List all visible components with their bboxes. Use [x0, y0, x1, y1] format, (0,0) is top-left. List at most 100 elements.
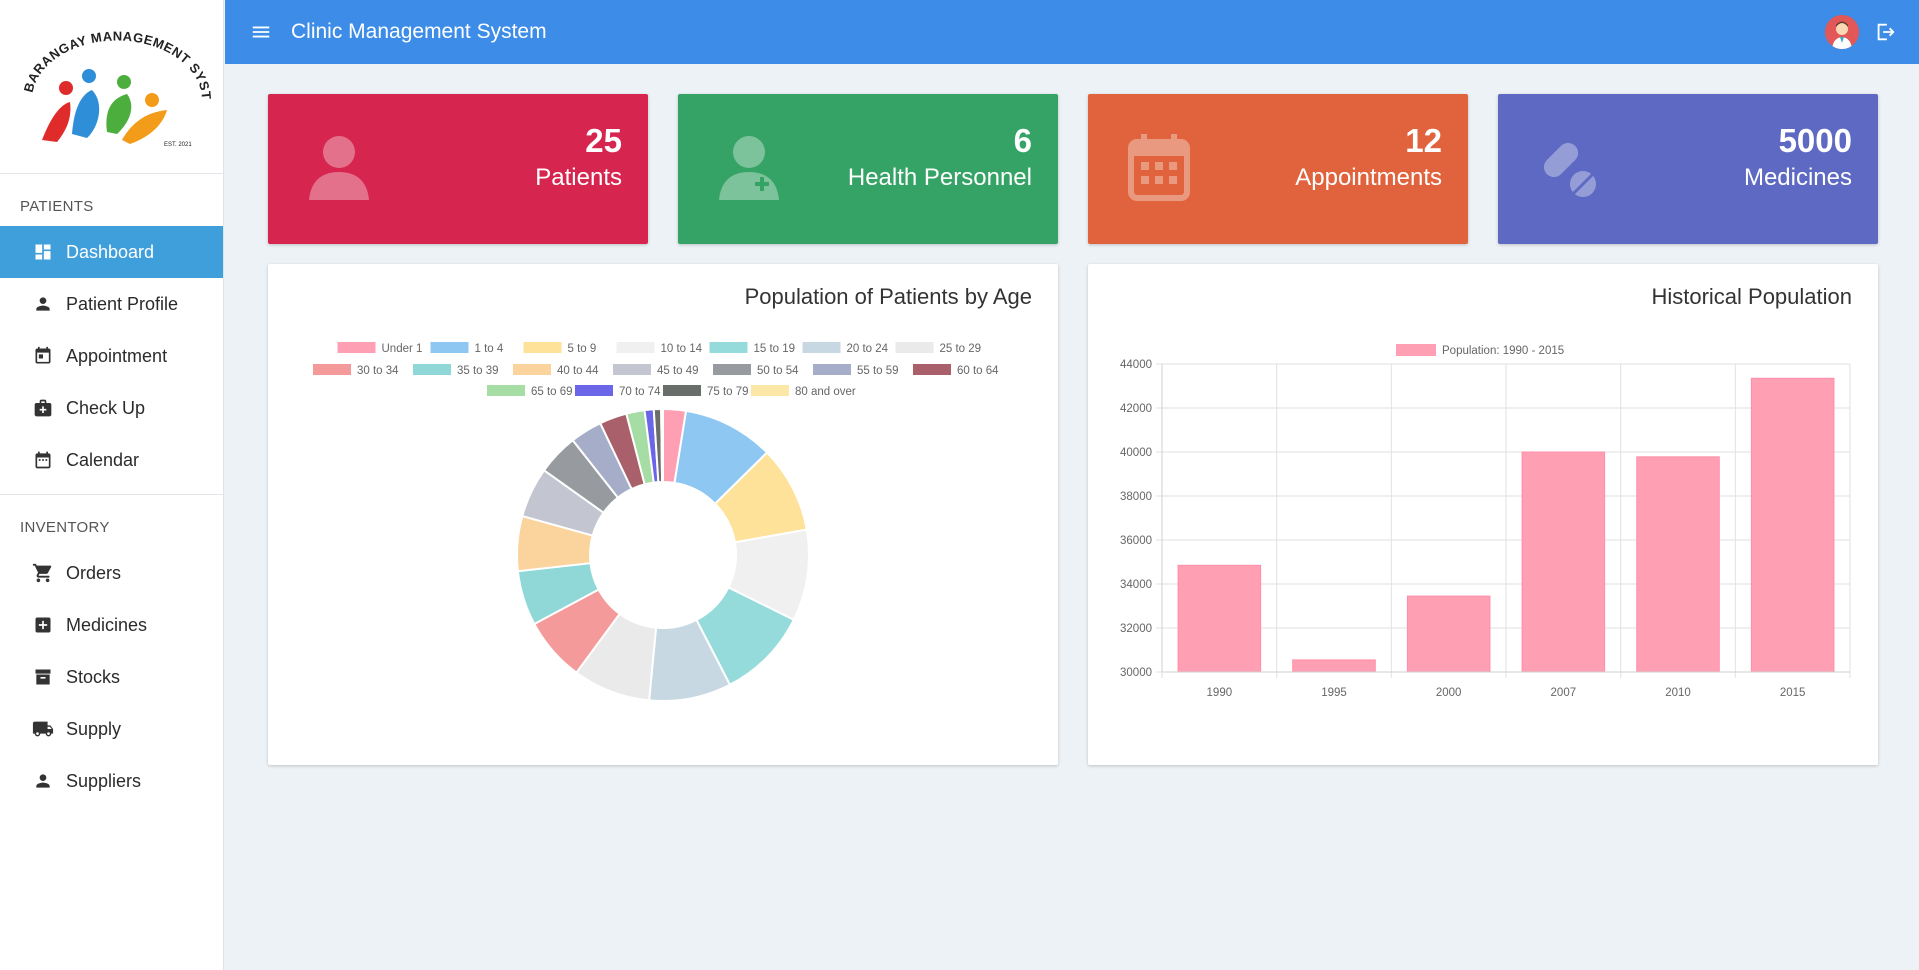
person-icon [32, 293, 54, 315]
logo: BARANGAY MANAGEMENT SYSTEM EST. 2021 [0, 0, 223, 174]
y-tick-label: 36000 [1120, 535, 1152, 547]
bar[interactable] [1521, 451, 1606, 673]
legend-label[interactable]: 10 to 14 [661, 343, 703, 355]
legend-label[interactable]: 20 to 24 [847, 343, 889, 355]
legend-swatch[interactable] [523, 342, 562, 353]
chart-panel-age: Population of Patients by Age Under 11 t… [268, 264, 1058, 765]
bar[interactable] [1177, 564, 1262, 673]
sidebar-item-suppliers[interactable]: Suppliers [0, 755, 223, 807]
x-tick-label: 2015 [1780, 687, 1806, 699]
legend-label[interactable]: 50 to 54 [757, 365, 799, 377]
legend-swatch[interactable] [430, 342, 469, 353]
stat-label: Medicines [1743, 164, 1852, 191]
sidebar-item-label: Stocks [66, 666, 121, 687]
y-tick-label: 30000 [1120, 667, 1152, 679]
y-tick-label: 44000 [1120, 359, 1152, 371]
sidebar-item-label: Medicines [66, 614, 148, 635]
legend-label[interactable]: 30 to 34 [357, 365, 399, 377]
y-tick-label: 34000 [1120, 579, 1152, 591]
legend-label[interactable]: 5 to 9 [568, 343, 597, 355]
legend-label[interactable]: 60 to 64 [957, 365, 999, 377]
logout-button[interactable] [1873, 20, 1897, 44]
legend-label[interactable]: 80 and over [795, 386, 856, 398]
stat-card-health-personnel[interactable]: 6 Health Personnel [678, 94, 1058, 244]
legend-swatch[interactable] [487, 385, 525, 396]
bar[interactable] [1406, 595, 1491, 673]
legend-swatch[interactable] [802, 342, 841, 353]
legend-swatch[interactable] [513, 364, 551, 375]
legend-swatch[interactable] [613, 364, 651, 375]
sidebar-item-calendar[interactable]: Calendar [0, 434, 223, 486]
x-tick-label: 1990 [1207, 687, 1233, 699]
logo-small-text: EST. 2021 [164, 142, 192, 148]
dashboard-icon [32, 241, 54, 263]
stat-label: Appointments [1295, 164, 1442, 191]
sidebar-item-label: Check Up [66, 397, 146, 418]
chart-panel-history: Historical Population Population: 1990 -… [1088, 264, 1878, 765]
legend-swatch[interactable] [913, 364, 951, 375]
person-icon [32, 770, 54, 792]
x-tick-label: 1995 [1321, 687, 1347, 699]
bar[interactable] [1292, 659, 1376, 673]
legend-swatch[interactable] [709, 342, 748, 353]
legend-label[interactable]: 75 to 79 [707, 386, 749, 398]
doughnut-slice[interactable] [660, 407, 664, 484]
legend-swatch[interactable] [575, 385, 613, 396]
legend-swatch[interactable] [313, 364, 351, 375]
barangay-logo-image: BARANGAY MANAGEMENT SYSTEM EST. 2021 [12, 22, 212, 148]
sidebar-item-appointment[interactable]: Appointment [0, 330, 223, 382]
stat-value: 25 [585, 122, 622, 159]
calendar-icon [1128, 134, 1190, 201]
section-title-patients: PATIENTS [20, 198, 94, 215]
age-doughnut-chart: Under 1 1 to 4 5 to 9 10 to 14 15 to 19 20 to… [313, 342, 999, 702]
avatar[interactable] [1825, 15, 1859, 49]
top-bar: Clinic Management System [225, 0, 1919, 64]
legend-swatch[interactable] [751, 385, 789, 396]
legend-label[interactable]: Under 1 [382, 343, 423, 355]
legend-label[interactable]: 35 to 39 [457, 365, 499, 377]
app-title: Clinic Management System [291, 20, 547, 43]
stat-card-patients[interactable]: 25 Patients [268, 94, 648, 244]
sidebar-item-medicines[interactable]: Medicines [0, 599, 223, 651]
sidebar-item-stocks[interactable]: Stocks [0, 651, 223, 703]
legend-label[interactable]: 70 to 74 [619, 386, 661, 398]
doctor-icon [719, 136, 779, 200]
legend-label[interactable]: 40 to 44 [557, 365, 599, 377]
stat-card-medicines[interactable]: 5000 Medicines [1498, 94, 1878, 244]
sidebar-item-label: Patient Profile [66, 293, 179, 314]
legend-swatch[interactable] [663, 385, 701, 396]
medical-bag-icon [32, 397, 54, 419]
sidebar-item-check-up[interactable]: Check Up [0, 382, 223, 434]
legend-label[interactable]: 15 to 19 [754, 343, 796, 355]
legend-swatch[interactable] [813, 364, 851, 375]
sidebar-item-orders[interactable]: Orders [0, 547, 223, 599]
y-tick-label: 40000 [1120, 447, 1152, 459]
calendar-icon [32, 449, 54, 471]
legend-swatch[interactable] [713, 364, 751, 375]
bar[interactable] [1750, 377, 1835, 673]
doctor-avatar-icon [1825, 15, 1859, 49]
menu-toggle-button[interactable] [249, 20, 273, 44]
bar[interactable] [1636, 456, 1720, 673]
legend-label[interactable]: 55 to 59 [857, 365, 899, 377]
sidebar-item-supply[interactable]: Supply [0, 703, 223, 755]
legend-swatch[interactable] [616, 342, 655, 353]
legend-label[interactable]: 1 to 4 [475, 343, 504, 355]
stat-card-appointments[interactable]: 12 Appointments [1088, 94, 1468, 244]
legend-label[interactable]: 65 to 69 [531, 386, 573, 398]
y-tick-label: 38000 [1120, 491, 1152, 503]
medical-plus-icon [32, 614, 54, 636]
legend-swatch[interactable] [413, 364, 451, 375]
legend-label[interactable]: 25 to 29 [940, 343, 982, 355]
sidebar-item-dashboard[interactable]: Dashboard [0, 226, 223, 278]
sidebar-item-label: Orders [66, 562, 122, 583]
sidebar-item-patient-profile[interactable]: Patient Profile [0, 278, 223, 330]
legend-label[interactable]: Population: 1990 - 2015 [1442, 345, 1564, 357]
logo-arc-text: BARANGAY MANAGEMENT SYSTEM [12, 22, 212, 100]
legend-swatch[interactable] [895, 342, 934, 353]
stat-label: Health Personnel [847, 164, 1032, 191]
legend-label[interactable]: 45 to 49 [657, 365, 699, 377]
legend-swatch[interactable] [337, 342, 376, 353]
legend-swatch[interactable] [1396, 344, 1436, 356]
svg-text:BARANGAY MANAGEMENT SYSTEM: BARANGAY MANAGEMENT SYSTEM [12, 22, 212, 100]
